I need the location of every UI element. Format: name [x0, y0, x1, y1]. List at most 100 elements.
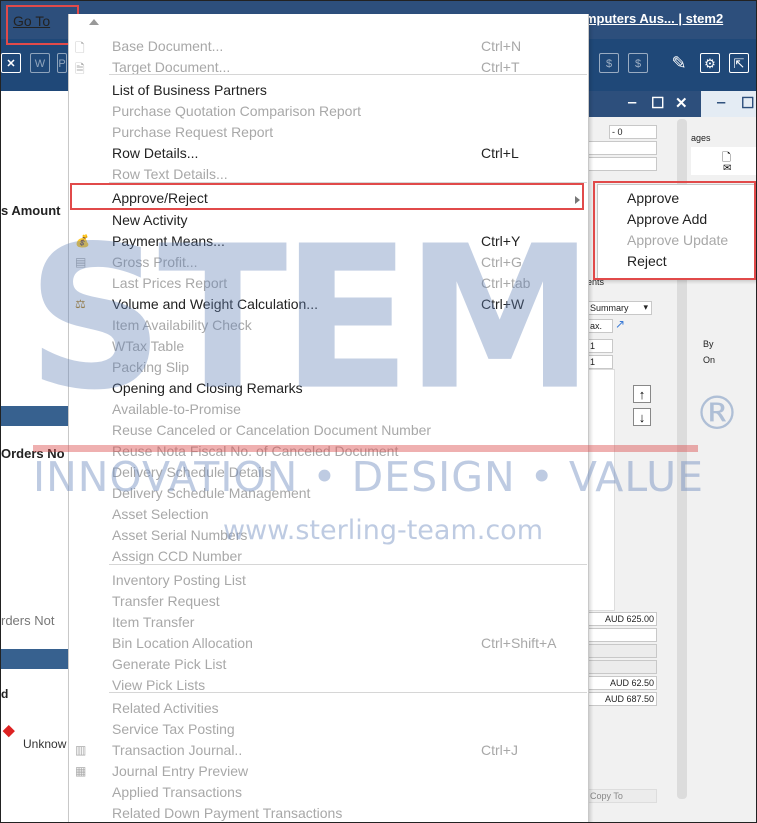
edit-icon[interactable]: ✎	[669, 53, 689, 73]
screenshot-frame: omputers Aus... | stem2 ✕ W P $ $ ✎ ⚙ ⇱ …	[0, 0, 757, 823]
menu-item-label: Row Text Details...	[112, 166, 228, 182]
form-field[interactable]	[587, 628, 657, 642]
watermark-tagline: INNOVATION • DESIGN • VALUE	[33, 453, 705, 501]
menu-item-shortcut: Ctrl+J	[481, 742, 518, 758]
field-one-b[interactable]: 1	[587, 355, 613, 369]
amount-field-3: AUD 687.50	[587, 692, 657, 706]
link-arrow-icon[interactable]: ↗	[615, 317, 625, 331]
field-one-a[interactable]: 1	[587, 339, 613, 353]
on-label: On	[703, 355, 716, 365]
summary-select[interactable]: Summary ▾	[587, 301, 652, 315]
form-field	[587, 644, 657, 658]
menu-item-label: Item Transfer	[112, 614, 195, 630]
orders-not-label: rders Not	[1, 613, 55, 628]
menu-item-label: Applied Transactions	[112, 784, 242, 800]
menu-item-applied-transactions: Applied Transactions	[69, 782, 588, 803]
menu-item-shortcut: Ctrl+T	[481, 59, 520, 75]
currency-icon[interactable]: $	[599, 53, 619, 73]
error-status-icon: ◆	[3, 722, 15, 739]
form-field[interactable]	[587, 141, 657, 155]
d-label: d	[1, 687, 9, 701]
section-header-strip	[1, 649, 68, 669]
menu-item-transfer-request: Transfer Request	[69, 591, 588, 612]
menu-item-journal-entry-preview: ▦ Journal Entry Preview	[69, 761, 588, 782]
menu-item-label: Bin Location Allocation	[112, 635, 253, 651]
menu-item-label: Journal Entry Preview	[112, 763, 249, 779]
form-field	[587, 660, 657, 674]
menu-item-label: Inventory Posting List	[112, 572, 246, 588]
watermark-divider	[33, 445, 698, 452]
close-x-icon[interactable]: ✕	[1, 53, 21, 73]
watermark-registered-mark: ®	[694, 386, 740, 440]
journal-preview-icon: ▦	[75, 764, 87, 778]
form-field[interactable]	[587, 157, 657, 171]
search-currency-icon[interactable]: $	[628, 53, 648, 73]
attachments-panel: 🗋 ✉	[691, 147, 756, 175]
base-doc-icon: 🗋	[75, 41, 85, 55]
menu-item-label: Row Details...	[112, 145, 199, 161]
target-doc-icon: 🗎	[75, 62, 85, 76]
pdf-icon[interactable]: P	[57, 53, 67, 73]
export-icon[interactable]: ⇱	[729, 53, 749, 73]
maximize-icon[interactable]: ☐	[741, 94, 754, 112]
menu-item-label: Purchase Quotation Comparison Report	[112, 103, 362, 119]
watermark-logo: STEM	[27, 203, 594, 434]
amount-field-2: AUD 62.50	[587, 676, 657, 690]
tax-field[interactable]: ax.	[587, 319, 613, 333]
menu-item-label: Purchase Request Report	[112, 124, 274, 140]
transaction-journal-icon: ▥	[75, 743, 87, 757]
menu-item-bin-location-allocation: Bin Location Allocation Ctrl+Shift+A	[69, 633, 588, 654]
settings-doc-icon[interactable]: ⚙	[700, 53, 720, 73]
menu-item-label: View Pick Lists	[112, 677, 206, 693]
envelope-icon[interactable]: ✉	[723, 163, 731, 174]
amount-field-1: AUD 625.00	[587, 612, 657, 626]
menu-item-label: Asset Selection	[112, 506, 209, 522]
menu-item-related-activities: Related Activities	[69, 698, 588, 719]
menu-item-purchase-quotation-comparison-report: Purchase Quotation Comparison Report	[69, 101, 588, 122]
menu-item-purchase-request-report: Purchase Request Report	[69, 122, 588, 143]
menu-item-label: Transaction Journal..	[112, 742, 243, 758]
menu-item-service-tax-posting: Service Tax Posting	[69, 719, 588, 740]
status-unknown-label: Unknow	[23, 737, 67, 751]
menu-item-label: Related Activities	[112, 700, 219, 716]
arrow-down-icon[interactable]: ↓	[633, 408, 651, 426]
menu-item-label: Service Tax Posting	[112, 721, 235, 737]
pages-label: ages	[691, 133, 711, 143]
document-window-titlebar: ‒ ☐ ✕	[587, 91, 701, 117]
menu-item-shortcut: Ctrl+N	[481, 38, 522, 54]
minimize-icon[interactable]: ‒	[717, 94, 725, 111]
menu-scroll-up-icon[interactable]	[89, 19, 99, 25]
menu-item-related-down-payment-transactions: Related Down Payment Transactions	[69, 803, 588, 822]
menu-item-label: Assign CCD Number	[112, 548, 242, 564]
copy-to-button[interactable]: Copy To	[587, 789, 657, 803]
menu-separator	[109, 564, 587, 565]
menu-item-item-transfer: Item Transfer	[69, 612, 588, 633]
maximize-icon[interactable]: ☐	[651, 94, 664, 112]
menu-separator	[109, 692, 587, 693]
summary-select-value: Summary	[590, 303, 629, 313]
submenu-highlight-box	[593, 181, 756, 280]
menu-item-label: Generate Pick List	[112, 656, 227, 672]
minimize-icon[interactable]: ‒	[628, 94, 636, 111]
close-icon[interactable]: ✕	[675, 94, 688, 112]
menu-item-transaction-journal: ▥ Transaction Journal.. Ctrl+J	[69, 740, 588, 761]
menu-item-list-of-business-partners[interactable]: List of Business Partners	[69, 80, 588, 101]
watermark-url: www.sterling-team.com	[223, 515, 544, 546]
menu-item-label: Base Document...	[112, 38, 224, 54]
menu-item-base-document: 🗋 Base Document... Ctrl+N	[69, 36, 588, 57]
menu-item-label: Related Down Payment Transactions	[112, 805, 343, 821]
doc-number-field[interactable]: - 0	[609, 125, 657, 139]
menu-item-label: Target Document...	[112, 59, 231, 75]
by-label: By	[703, 339, 714, 349]
menu-item-generate-pick-list: Generate Pick List	[69, 654, 588, 675]
secondary-window-titlebar: ‒ ☐	[701, 91, 756, 117]
menu-item-shortcut: Ctrl+L	[481, 145, 519, 161]
menu-item-row-details[interactable]: Row Details... Ctrl+L	[69, 143, 588, 164]
menu-item-shortcut: Ctrl+Shift+A	[481, 635, 557, 651]
arrow-up-icon[interactable]: ↑	[633, 385, 651, 403]
window-title: omputers Aus... | stem2	[577, 11, 724, 26]
menu-item-inventory-posting-list: Inventory Posting List	[69, 570, 588, 591]
menu-separator	[109, 74, 587, 75]
word-icon[interactable]: W	[30, 53, 50, 73]
chevron-down-icon: ▾	[643, 302, 648, 312]
